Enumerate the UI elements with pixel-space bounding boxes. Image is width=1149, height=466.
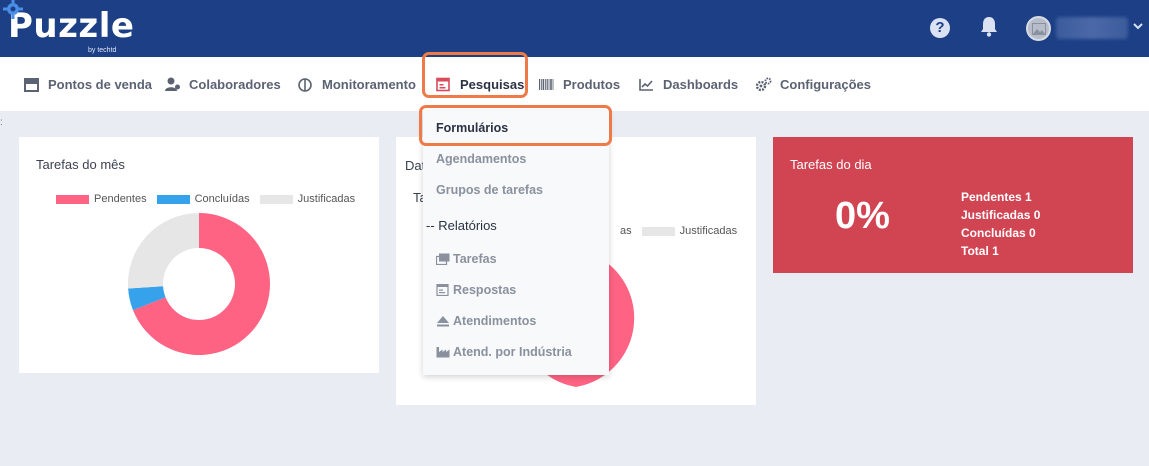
menu-label: Atend. por Indústria: [453, 345, 572, 359]
menu-item-tarefas[interactable]: Tarefas: [436, 252, 497, 266]
card-tarefas-dia: Tarefas do dia 0% Pendentes 1 Justificad…: [773, 137, 1133, 273]
bell-icon[interactable]: [979, 16, 999, 38]
edge-mark: :: [0, 117, 3, 128]
menu-section-relatorios: -- Relatórios: [426, 218, 497, 233]
card-tarefas-mes: Tarefas do mês Pendentes Concluídas Just…: [19, 137, 379, 373]
stat-justificadas: Justificadas 0: [961, 208, 1041, 222]
users-icon: [165, 77, 180, 91]
nav-item-produtos[interactable]: Produtos: [538, 57, 620, 111]
gears-icon: [755, 77, 772, 91]
nav-item-configuracoes[interactable]: Configurações: [755, 57, 871, 111]
nav-label: Pesquisas: [460, 76, 525, 92]
nav-item-monitoramento[interactable]: Monitoramento: [297, 57, 416, 111]
nav-item-dashboards[interactable]: Dashboards: [638, 57, 738, 111]
card-title: Tarefas do dia: [790, 157, 872, 172]
logo-text: Puzzle: [8, 6, 135, 46]
stat-concluidas: Concluídas 0: [961, 226, 1036, 240]
menu-label: Tarefas: [453, 252, 497, 266]
eject-icon: [437, 316, 449, 327]
donut-chart: [127, 213, 270, 355]
task-stats: Pendentes 1 Justificadas 0 Concluídas 0 …: [961, 188, 1040, 260]
nav-item-pontos-de-venda[interactable]: Pontos de venda: [23, 57, 152, 111]
monitor-icon: [298, 77, 312, 92]
nav-item-colaboradores[interactable]: Colaboradores: [164, 57, 281, 111]
top-bar: Puzzle by techtd ?: [0, 0, 1149, 57]
menu-item-atendimentos[interactable]: Atendimentos: [436, 314, 536, 328]
menu-item-atend-por-industria[interactable]: Atend. por Indústria: [436, 345, 572, 359]
main-nav: Pontos de venda Colaboradores Monitorame…: [0, 57, 1149, 111]
menu-item-formularios[interactable]: Formulários: [436, 121, 508, 135]
menu-item-respostas[interactable]: Respostas: [436, 283, 516, 297]
menu-item-grupos-de-tarefas[interactable]: Grupos de tarefas: [436, 183, 543, 197]
chevron-down-icon[interactable]: [1133, 22, 1143, 30]
menu-label: Respostas: [453, 283, 517, 297]
nav-label: Colaboradores: [189, 76, 281, 92]
logo-subtitle: by techtd: [88, 47, 117, 54]
nav-label: Pontos de venda: [48, 76, 153, 92]
puzzle-gear-icon: [3, 0, 23, 19]
survey-icon: [436, 77, 450, 91]
menu-item-agendamentos[interactable]: Agendamentos: [436, 152, 526, 166]
barcode-icon: [539, 78, 554, 90]
answers-icon: [436, 284, 449, 296]
tasks-icon: [436, 253, 450, 265]
nav-label: Produtos: [563, 76, 621, 92]
nav-label: Dashboards: [663, 76, 739, 92]
stat-total: Total 1: [961, 244, 999, 258]
help-icon[interactable]: ?: [930, 18, 950, 38]
pesquisas-dropdown: Formulários Agendamentos Grupos de taref…: [423, 111, 609, 375]
chart-line-icon: [639, 78, 653, 91]
menu-label: Atendimentos: [453, 314, 537, 328]
username-blurred[interactable]: [1056, 17, 1128, 39]
avatar[interactable]: [1026, 16, 1051, 41]
image-placeholder-icon: [1032, 23, 1046, 35]
donut-slice-justificadas[interactable]: [127, 213, 199, 289]
logo[interactable]: Puzzle by techtd: [3, 0, 135, 54]
industry-icon: [436, 347, 450, 358]
nav-label: Configurações: [780, 76, 872, 92]
stat-pendentes: Pendentes 1: [961, 190, 1032, 204]
store-icon: [24, 77, 39, 92]
nav-label: Monitoramento: [322, 76, 416, 92]
completion-percent: 0%: [835, 195, 890, 237]
nav-item-pesquisas[interactable]: Pesquisas: [435, 57, 524, 111]
